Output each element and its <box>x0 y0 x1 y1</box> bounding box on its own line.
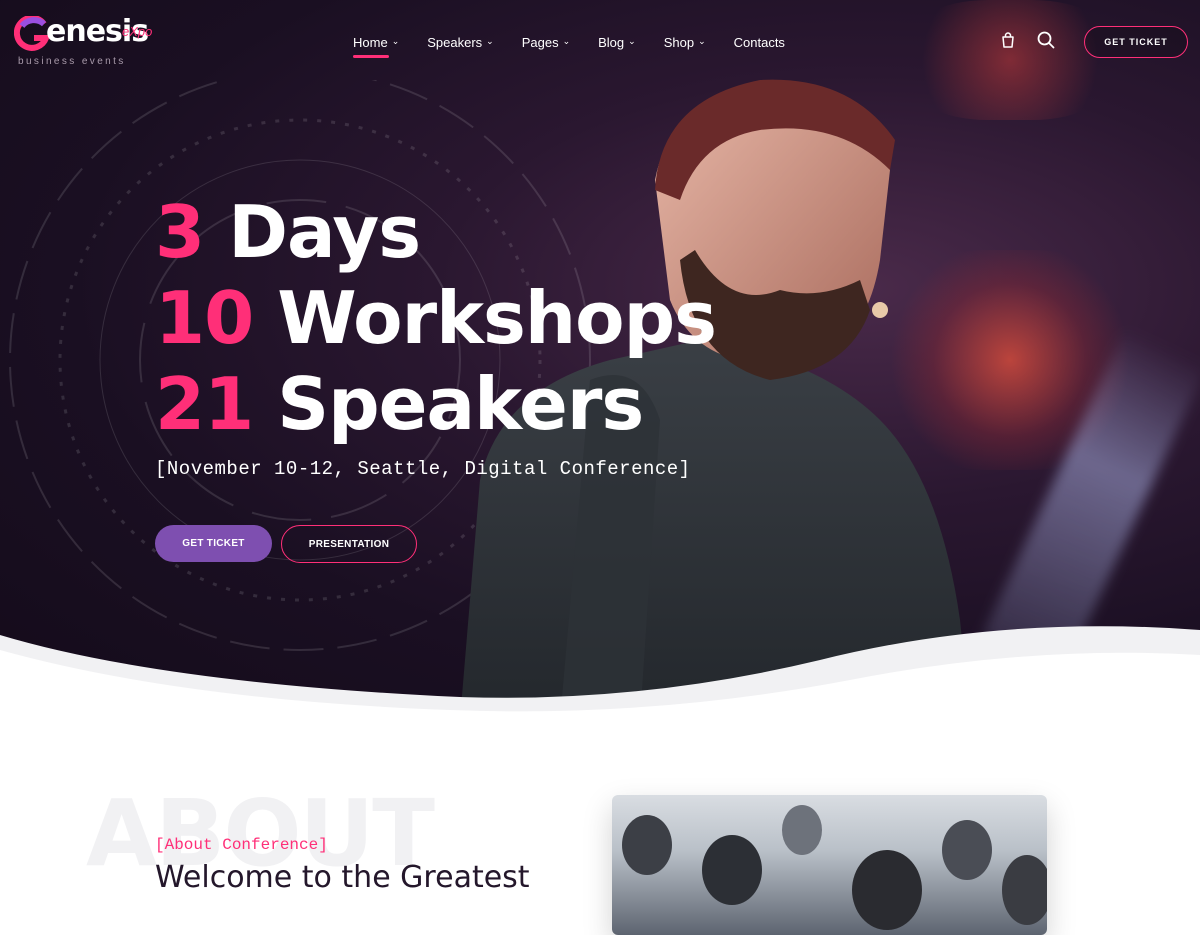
hero-word: Days <box>228 190 421 274</box>
logo-g-icon <box>14 16 50 51</box>
chevron-down-icon: ⌄ <box>628 35 636 46</box>
search-icon[interactable] <box>1037 31 1055 49</box>
nav-item-blog[interactable]: Blog ⌄ <box>598 32 636 52</box>
hero-word: Speakers <box>277 362 644 446</box>
logo[interactable]: enesis eXpo business events <box>14 14 164 70</box>
get-ticket-button[interactable]: GET TICKET <box>155 525 272 562</box>
about-conference-photo <box>612 795 1047 935</box>
hero-word: Workshops <box>277 276 717 360</box>
hero-line-speakers: 21 Speakers <box>155 362 644 446</box>
nav-item-label: Contacts <box>733 34 785 50</box>
hero-wave-divider <box>0 626 1200 730</box>
nav-item-label: Home <box>353 34 388 50</box>
chevron-down-icon: ⌄ <box>486 35 494 46</box>
shopping-bag-icon[interactable] <box>1000 32 1016 48</box>
logo-subtitle: business events <box>18 56 126 67</box>
hero-subtitle: [November 10-12, Seattle, Digital Confer… <box>155 458 691 480</box>
nav-item-pages[interactable]: Pages ⌄ <box>522 32 570 52</box>
hero-line-workshops: 10 Workshops <box>155 276 717 360</box>
nav-item-label: Speakers <box>427 34 483 50</box>
nav-item-label: Blog <box>598 34 625 50</box>
about-title: Welcome to the Greatest <box>155 860 530 895</box>
hero-number: 21 <box>155 362 254 446</box>
site-header: enesis eXpo business events Home ⌄ Speak… <box>0 0 1200 82</box>
nav-item-contacts[interactable]: Contacts <box>734 32 785 52</box>
get-ticket-header-button[interactable]: GET TICKET <box>1084 26 1188 58</box>
main-nav: Home ⌄ Speakers ⌄ Pages ⌄ Blog ⌄ Shop ⌄ … <box>353 32 813 58</box>
nav-item-label: Shop <box>663 34 695 50</box>
nav-item-shop[interactable]: Shop ⌄ <box>664 32 706 52</box>
nav-item-speakers[interactable]: Speakers ⌄ <box>427 32 493 52</box>
nav-item-label: Pages <box>521 34 559 50</box>
chevron-down-icon: ⌄ <box>391 35 400 46</box>
presentation-button[interactable]: PRESENTATION <box>281 525 417 563</box>
logo-tagline: eXpo <box>122 24 153 39</box>
about-tag: [About Conference] <box>155 836 328 854</box>
hero-number: 10 <box>155 276 254 360</box>
chevron-down-icon: ⌄ <box>698 35 706 46</box>
hero-line-days: 3 Days <box>155 190 421 274</box>
nav-item-home[interactable]: Home ⌄ <box>353 32 400 58</box>
chevron-down-icon: ⌄ <box>562 35 571 46</box>
hero-number: 3 <box>155 190 205 274</box>
